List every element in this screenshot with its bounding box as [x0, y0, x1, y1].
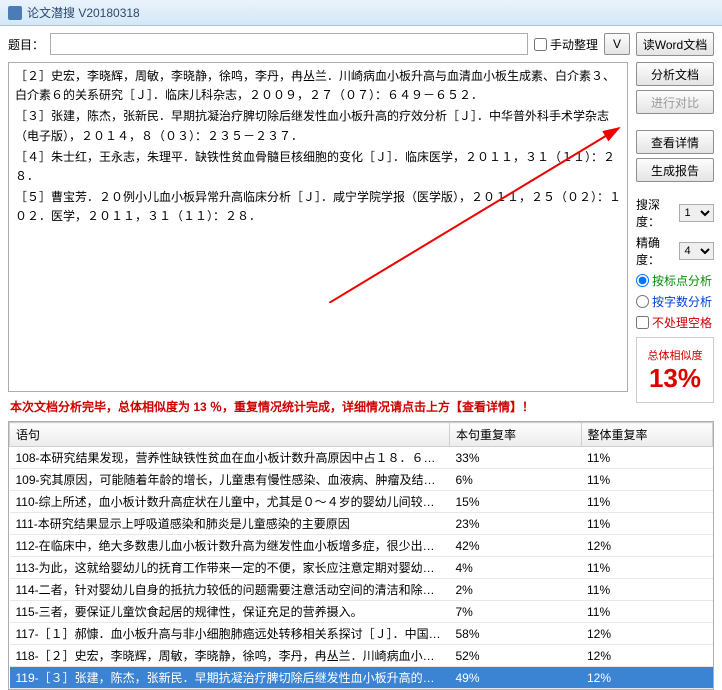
cell-rate-b: 11% [581, 469, 713, 491]
cell-sentence: 117-［１］郝慷．血小板升高与非小细胞肺癌远处转移相关系探讨［Ｊ］．中国医学创… [10, 623, 450, 645]
topic-label: 题目： [8, 36, 44, 53]
th-overall-rate[interactable]: 整体重复率 [581, 423, 713, 447]
cell-rate-a: 2% [450, 579, 582, 601]
cell-rate-a: 42% [450, 535, 582, 557]
chk-nospace[interactable]: 不处理空格 [636, 314, 714, 331]
table-row[interactable]: 117-［１］郝慷．血小板升高与非小细胞肺癌远处转移相关系探讨［Ｊ］．中国医学创… [10, 623, 713, 645]
table-row[interactable]: 113-为此，这就给婴幼儿的抚育工作带来一定的不便，家长应注意定期对婴幼儿进行常… [10, 557, 713, 579]
references-box[interactable]: ［２］史宏，李晓辉，周敏，李晓静，徐鸣，李丹，冉丛兰．川崎病血小板升高与血清血小… [8, 62, 628, 392]
v-button[interactable]: V [604, 33, 630, 55]
cell-rate-b: 11% [581, 447, 713, 469]
table-row[interactable]: 110-综上所述，血小板计数升高症状在儿童中，尤其是０～４岁的婴幼儿间较为常见，… [10, 491, 713, 513]
report-button[interactable]: 生成报告 [636, 158, 714, 182]
cell-rate-b: 11% [581, 601, 713, 623]
table-row[interactable]: 108-本研究结果发现，营养性缺铁性贫血在血小板计数升高原因中占１８．６％，另外… [10, 447, 713, 469]
cell-sentence: 112-在临床中，绝大多数患儿血小板计数升高为继发性血小板增多症，很少出现症状，… [10, 535, 450, 557]
radio-chars-label: 按字数分析 [652, 293, 712, 310]
cell-rate-b: 11% [581, 513, 713, 535]
similarity-box: 总体相似度 13% [636, 337, 714, 403]
cell-sentence: 119-［３］张建，陈杰，张新民．早期抗凝治疗脾切除后继发性血小板升高的疗效分析… [10, 667, 450, 689]
depth-label: 搜深度： [636, 196, 679, 230]
cell-rate-a: 58% [450, 623, 582, 645]
ref-line: ［３］张建，陈杰，张新民．早期抗凝治疗脾切除后继发性血小板升高的疗效分析［Ｊ］．… [15, 107, 621, 145]
cell-rate-b: 11% [581, 491, 713, 513]
table-row[interactable]: 109-究其原因，可能随着年龄的增长，儿童患有慢性感染、血液病、肿瘤及结缔组织疾… [10, 469, 713, 491]
cell-sentence: 118-［２］史宏，李晓辉，周敏，李晓静，徐鸣，李丹，冉丛兰．川崎病血小板升高与… [10, 645, 450, 667]
cell-sentence: 114-二者，针对婴幼儿自身的抵抗力较低的问题需要注意活动空间的清洁和除菌，防止… [10, 579, 450, 601]
cell-rate-b: 11% [581, 579, 713, 601]
depth-select[interactable]: 1 [679, 204, 714, 222]
similarity-value: 13% [649, 363, 701, 394]
table-row[interactable]: 119-［３］张建，陈杰，张新民．早期抗凝治疗脾切除后继发性血小板升高的疗效分析… [10, 667, 713, 689]
cell-sentence: 108-本研究结果发现，营养性缺铁性贫血在血小板计数升高原因中占１８．６％，另外… [10, 447, 450, 469]
cell-sentence: 110-综上所述，血小板计数升高症状在儿童中，尤其是０～４岁的婴幼儿间较为常见，… [10, 491, 450, 513]
cell-rate-a: 7% [450, 601, 582, 623]
cell-sentence: 115-三者，要保证儿童饮食起居的规律性，保证充足的营养摄入。 [10, 601, 450, 623]
cell-rate-a: 6% [450, 469, 582, 491]
topic-input[interactable] [50, 33, 528, 55]
compare-button: 进行对比 [636, 90, 714, 114]
details-button[interactable]: 查看详情 [636, 130, 714, 154]
analysis-notice: 本次文档分析完毕，总体相似度为 13 ％，重复情况统计完成，详细情况请点击上方【… [8, 392, 628, 421]
th-sentence-rate[interactable]: 本句重复率 [450, 423, 582, 447]
radio-chars-input[interactable] [636, 295, 649, 308]
cell-rate-a: 23% [450, 513, 582, 535]
ref-line: ［４］朱士红，王永志，朱理平．缺铁性贫血骨髓巨核细胞的变化［Ｊ］．临床医学，２０… [15, 148, 621, 186]
cell-rate-b: 12% [581, 667, 713, 689]
app-title: 论文潜搜 V20180318 [27, 4, 140, 21]
cell-rate-a: 4% [450, 557, 582, 579]
table-row[interactable]: 112-在临床中，绝大多数患儿血小板计数升高为继发性血小板增多症，很少出现症状，… [10, 535, 713, 557]
cell-rate-a: 15% [450, 491, 582, 513]
analyze-button[interactable]: 分析文档 [636, 62, 714, 86]
table-row[interactable]: 114-二者，针对婴幼儿自身的抵抗力较低的问题需要注意活动空间的清洁和除菌，防止… [10, 579, 713, 601]
radio-punct-label: 按标点分析 [652, 272, 712, 289]
radio-punct-input[interactable] [636, 274, 649, 287]
ref-line: ［５］曹宝芳．２０例小儿血小板异常升高临床分析［Ｊ］．咸宁学院学报（医学版），２… [15, 188, 621, 226]
radio-chars[interactable]: 按字数分析 [636, 293, 714, 310]
manual-checkbox[interactable]: 手动整理 [534, 36, 598, 53]
manual-checkbox-input[interactable] [534, 38, 547, 51]
cell-rate-b: 12% [581, 623, 713, 645]
cell-rate-b: 12% [581, 535, 713, 557]
chk-nospace-label: 不处理空格 [652, 314, 712, 331]
th-sentence[interactable]: 语句 [10, 423, 450, 447]
table-row[interactable]: 118-［２］史宏，李晓辉，周敏，李晓静，徐鸣，李丹，冉丛兰．川崎病血小板升高与… [10, 645, 713, 667]
cell-sentence: 111-本研究结果显示上呼吸道感染和肺炎是儿童感染的主要原因 [10, 513, 450, 535]
read-word-button[interactable]: 读Word文档 [636, 32, 714, 56]
app-icon [8, 6, 22, 20]
chk-nospace-input[interactable] [636, 316, 649, 329]
cell-sentence: 109-究其原因，可能随着年龄的增长，儿童患有慢性感染、血液病、肿瘤及结缔组织疾… [10, 469, 450, 491]
table-row[interactable]: 111-本研究结果显示上呼吸道感染和肺炎是儿童感染的主要原因23%11% [10, 513, 713, 535]
cell-rate-b: 12% [581, 645, 713, 667]
radio-punct[interactable]: 按标点分析 [636, 272, 714, 289]
cell-sentence: 113-为此，这就给婴幼儿的抚育工作带来一定的不便，家长应注意定期对婴幼儿进行常… [10, 557, 450, 579]
cell-rate-b: 11% [581, 557, 713, 579]
results-table[interactable]: 语句 本句重复率 整体重复率 108-本研究结果发现，营养性缺铁性贫血在血小板计… [9, 422, 713, 689]
similarity-label: 总体相似度 [648, 347, 703, 363]
ref-line: ［２］史宏，李晓辉，周敏，李晓静，徐鸣，李丹，冉丛兰．川崎病血小板升高与血清血小… [15, 67, 621, 105]
manual-checkbox-label: 手动整理 [550, 36, 598, 53]
cell-rate-a: 49% [450, 667, 582, 689]
precision-select[interactable]: 4 [679, 242, 714, 260]
cell-rate-a: 52% [450, 645, 582, 667]
precision-label: 精确度： [636, 234, 679, 268]
table-row[interactable]: 115-三者，要保证儿童饮食起居的规律性，保证充足的营养摄入。7%11% [10, 601, 713, 623]
cell-rate-a: 33% [450, 447, 582, 469]
